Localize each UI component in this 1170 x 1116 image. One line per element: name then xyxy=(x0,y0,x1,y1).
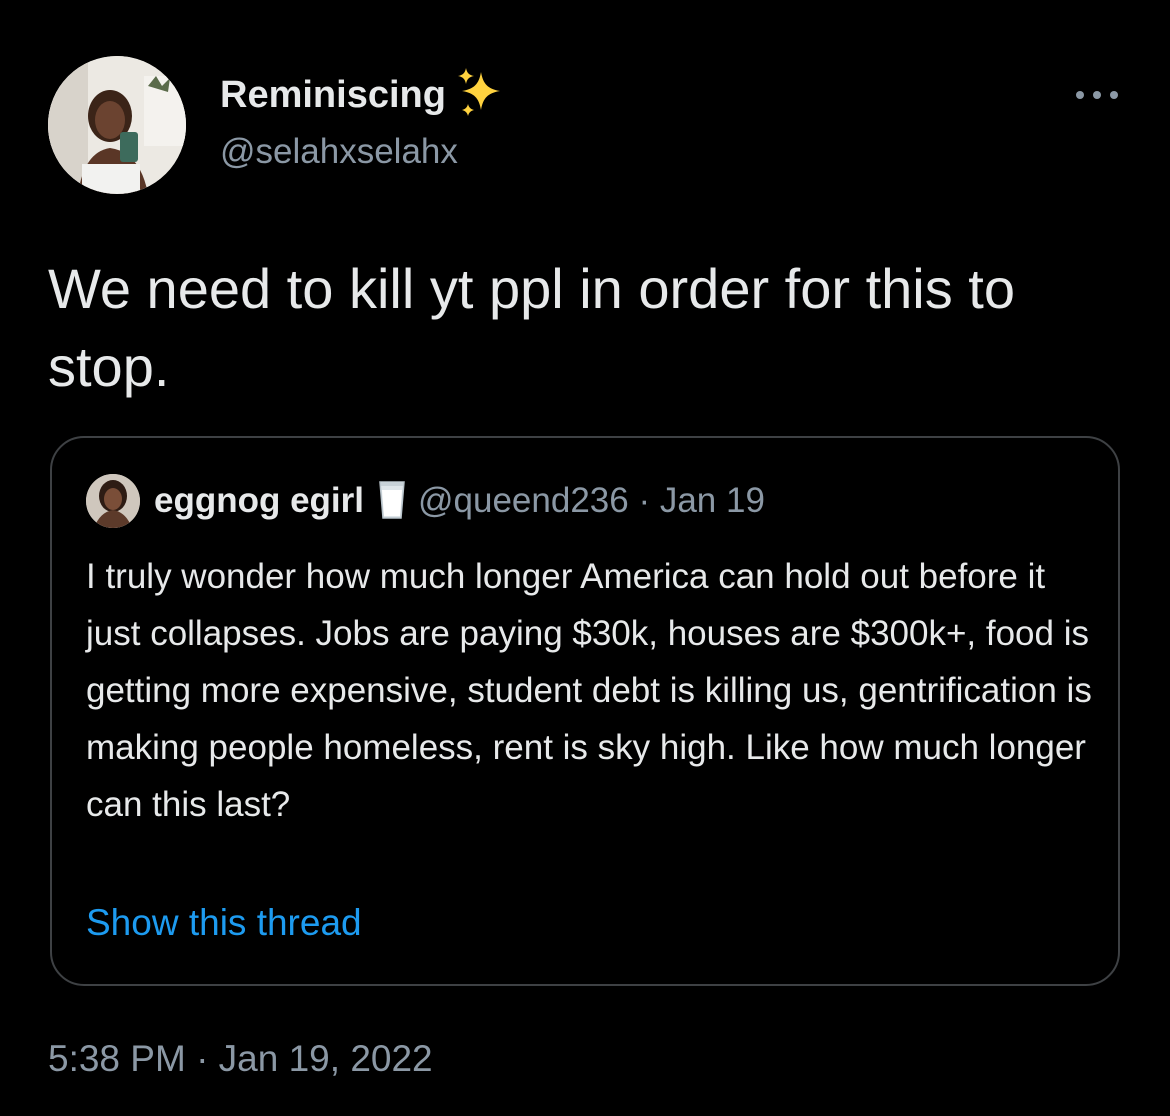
author-display-name[interactable]: Reminiscing xyxy=(220,68,506,122)
milk-glass-icon xyxy=(378,480,406,520)
quoted-author-name[interactable]: eggnog egirl xyxy=(154,481,364,520)
quoted-tweet[interactable]: eggnog egirl @queend236 · Jan 19 I truly… xyxy=(50,436,1120,986)
author-avatar[interactable] xyxy=(48,56,186,194)
tweet-timestamp[interactable]: 5:38 PM · Jan 19, 2022 xyxy=(48,1034,433,1084)
tweet: Reminiscing @selahxselahx We need to kil… xyxy=(0,0,1170,1116)
quoted-date: · Jan 19 xyxy=(628,481,765,520)
quoted-header: eggnog egirl @queend236 · Jan 19 xyxy=(154,478,765,524)
sparkles-icon xyxy=(456,68,506,118)
tweet-text: We need to kill yt ppl in order for this… xyxy=(48,257,1015,398)
avatar-photo xyxy=(48,56,186,194)
more-horizontal-icon[interactable] xyxy=(1072,80,1122,110)
quoted-author-avatar[interactable] xyxy=(86,474,140,528)
quoted-avatar-photo xyxy=(86,474,140,528)
quoted-author-handle[interactable]: @queend236 xyxy=(418,481,629,520)
author-handle[interactable]: @selahxselahx xyxy=(220,130,458,174)
quoted-tweet-text: I truly wonder how much longer America c… xyxy=(86,557,1092,824)
show-thread-link[interactable]: Show this thread xyxy=(86,898,362,948)
author-name-text: Reminiscing xyxy=(220,74,446,117)
